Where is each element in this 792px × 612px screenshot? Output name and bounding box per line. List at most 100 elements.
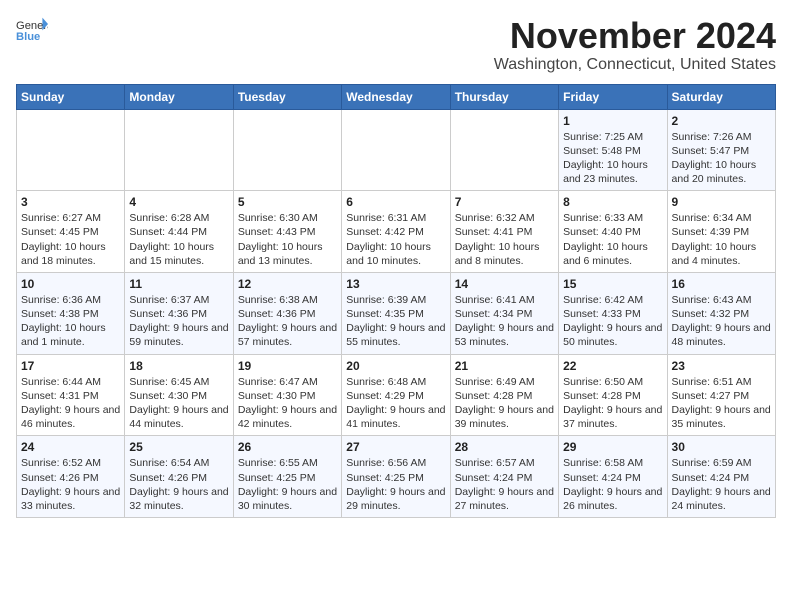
day-info: Sunrise: 6:44 AM Sunset: 4:31 PM Dayligh… (21, 375, 120, 432)
day-info: Sunrise: 7:26 AM Sunset: 5:47 PM Dayligh… (672, 130, 771, 187)
day-number: 28 (455, 440, 554, 454)
day-number: 12 (238, 277, 337, 291)
day-number: 1 (563, 114, 662, 128)
calendar-cell: 3 Sunrise: 6:27 AM Sunset: 4:45 PM Daylig… (17, 191, 125, 273)
logo: General Blue (16, 16, 52, 44)
day-number: 21 (455, 359, 554, 373)
location-title: Washington, Connecticut, United States (494, 56, 776, 74)
day-number: 4 (129, 195, 228, 209)
calendar-week-row: 10Sunrise: 6:36 AM Sunset: 4:38 PM Dayli… (17, 272, 776, 354)
weekday-header: Monday (125, 84, 233, 109)
day-info: Sunrise: 6:50 AM Sunset: 4:28 PM Dayligh… (563, 375, 662, 432)
weekday-header: Sunday (17, 84, 125, 109)
calendar-cell: 25 Sunrise: 6:54 AM Sunset: 4:26 PM Dayli… (125, 436, 233, 518)
day-info: Sunrise: 7:25 AM Sunset: 5:48 PM Dayligh… (563, 130, 662, 187)
weekday-header-row: SundayMondayTuesdayWednesdayThursdayFrid… (17, 84, 776, 109)
weekday-header: Friday (559, 84, 667, 109)
day-number: 5 (238, 195, 337, 209)
calendar-cell: 18 Sunrise: 6:45 AM Sunset: 4:30 PM Dayli… (125, 354, 233, 436)
calendar-cell: 30 Sunrise: 6:59 AM Sunset: 4:24 PM Dayli… (667, 436, 775, 518)
day-info: Sunrise: 6:45 AM Sunset: 4:30 PM Dayligh… (129, 375, 228, 432)
day-number: 24 (21, 440, 120, 454)
day-info: Sunrise: 6:37 AM Sunset: 4:36 PM Dayligh… (129, 293, 228, 350)
day-number: 15 (563, 277, 662, 291)
calendar-week-row: 1 Sunrise: 7:25 AM Sunset: 5:48 PM Daylig… (17, 109, 776, 191)
calendar-cell: 16 Sunrise: 6:43 AM Sunset: 4:32 PM Dayli… (667, 272, 775, 354)
calendar-cell (233, 109, 341, 191)
day-number: 10 (21, 277, 120, 291)
day-number: 2 (672, 114, 771, 128)
day-info: Sunrise: 6:27 AM Sunset: 4:45 PM Dayligh… (21, 211, 120, 268)
day-info: Sunrise: 6:39 AM Sunset: 4:35 PM Dayligh… (346, 293, 445, 350)
calendar-cell: 17 Sunrise: 6:44 AM Sunset: 4:31 PM Dayli… (17, 354, 125, 436)
day-info: Sunrise: 6:48 AM Sunset: 4:29 PM Dayligh… (346, 375, 445, 432)
calendar-cell: 2 Sunrise: 7:26 AM Sunset: 5:47 PM Daylig… (667, 109, 775, 191)
calendar-week-row: 17 Sunrise: 6:44 AM Sunset: 4:31 PM Dayli… (17, 354, 776, 436)
calendar-cell (125, 109, 233, 191)
day-number: 22 (563, 359, 662, 373)
day-info: Sunrise: 6:58 AM Sunset: 4:24 PM Dayligh… (563, 456, 662, 513)
day-number: 17 (21, 359, 120, 373)
day-info: Sunrise: 6:41 AM Sunset: 4:34 PM Dayligh… (455, 293, 554, 350)
calendar-cell: 23Sunrise: 6:51 AM Sunset: 4:27 PM Dayli… (667, 354, 775, 436)
day-info: Sunrise: 6:43 AM Sunset: 4:32 PM Dayligh… (672, 293, 771, 350)
day-number: 16 (672, 277, 771, 291)
day-info: Sunrise: 6:31 AM Sunset: 4:42 PM Dayligh… (346, 211, 445, 268)
logo-icon: General Blue (16, 16, 48, 44)
day-number: 6 (346, 195, 445, 209)
day-info: Sunrise: 6:33 AM Sunset: 4:40 PM Dayligh… (563, 211, 662, 268)
calendar-cell: 27 Sunrise: 6:56 AM Sunset: 4:25 PM Dayli… (342, 436, 450, 518)
calendar-cell: 20 Sunrise: 6:48 AM Sunset: 4:29 PM Dayli… (342, 354, 450, 436)
day-number: 26 (238, 440, 337, 454)
weekday-header: Tuesday (233, 84, 341, 109)
day-info: Sunrise: 6:57 AM Sunset: 4:24 PM Dayligh… (455, 456, 554, 513)
calendar-cell: 15 Sunrise: 6:42 AM Sunset: 4:33 PM Dayli… (559, 272, 667, 354)
calendar-cell: 12 Sunrise: 6:38 AM Sunset: 4:36 PM Dayli… (233, 272, 341, 354)
day-number: 30 (672, 440, 771, 454)
day-number: 11 (129, 277, 228, 291)
calendar-cell: 5 Sunrise: 6:30 AM Sunset: 4:43 PM Daylig… (233, 191, 341, 273)
day-info: Sunrise: 6:59 AM Sunset: 4:24 PM Dayligh… (672, 456, 771, 513)
calendar-cell: 24Sunrise: 6:52 AM Sunset: 4:26 PM Dayli… (17, 436, 125, 518)
calendar-cell: 29Sunrise: 6:58 AM Sunset: 4:24 PM Dayli… (559, 436, 667, 518)
day-info: Sunrise: 6:54 AM Sunset: 4:26 PM Dayligh… (129, 456, 228, 513)
day-number: 8 (563, 195, 662, 209)
weekday-header: Wednesday (342, 84, 450, 109)
title-area: November 2024 Washington, Connecticut, U… (494, 16, 776, 74)
day-info: Sunrise: 6:55 AM Sunset: 4:25 PM Dayligh… (238, 456, 337, 513)
day-info: Sunrise: 6:56 AM Sunset: 4:25 PM Dayligh… (346, 456, 445, 513)
month-title: November 2024 (494, 16, 776, 56)
day-info: Sunrise: 6:32 AM Sunset: 4:41 PM Dayligh… (455, 211, 554, 268)
calendar-cell: 6 Sunrise: 6:31 AM Sunset: 4:42 PM Daylig… (342, 191, 450, 273)
calendar-week-row: 3 Sunrise: 6:27 AM Sunset: 4:45 PM Daylig… (17, 191, 776, 273)
day-info: Sunrise: 6:28 AM Sunset: 4:44 PM Dayligh… (129, 211, 228, 268)
day-number: 9 (672, 195, 771, 209)
day-info: Sunrise: 6:30 AM Sunset: 4:43 PM Dayligh… (238, 211, 337, 268)
day-info: Sunrise: 6:34 AM Sunset: 4:39 PM Dayligh… (672, 211, 771, 268)
calendar: SundayMondayTuesdayWednesdayThursdayFrid… (16, 84, 776, 518)
day-number: 25 (129, 440, 228, 454)
calendar-cell (450, 109, 558, 191)
day-number: 27 (346, 440, 445, 454)
calendar-week-row: 24Sunrise: 6:52 AM Sunset: 4:26 PM Dayli… (17, 436, 776, 518)
calendar-cell (17, 109, 125, 191)
calendar-cell: 7Sunrise: 6:32 AM Sunset: 4:41 PM Daylig… (450, 191, 558, 273)
day-info: Sunrise: 6:47 AM Sunset: 4:30 PM Dayligh… (238, 375, 337, 432)
svg-text:Blue: Blue (16, 31, 40, 43)
calendar-cell: 28 Sunrise: 6:57 AM Sunset: 4:24 PM Dayli… (450, 436, 558, 518)
calendar-cell: 26 Sunrise: 6:55 AM Sunset: 4:25 PM Dayli… (233, 436, 341, 518)
day-number: 14 (455, 277, 554, 291)
day-number: 3 (21, 195, 120, 209)
day-info: Sunrise: 6:38 AM Sunset: 4:36 PM Dayligh… (238, 293, 337, 350)
day-number: 18 (129, 359, 228, 373)
calendar-cell: 13 Sunrise: 6:39 AM Sunset: 4:35 PM Dayli… (342, 272, 450, 354)
day-info: Sunrise: 6:42 AM Sunset: 4:33 PM Dayligh… (563, 293, 662, 350)
calendar-cell: 11 Sunrise: 6:37 AM Sunset: 4:36 PM Dayli… (125, 272, 233, 354)
day-info: Sunrise: 6:51 AM Sunset: 4:27 PM Dayligh… (672, 375, 771, 432)
weekday-header: Thursday (450, 84, 558, 109)
calendar-cell: 8 Sunrise: 6:33 AM Sunset: 4:40 PM Daylig… (559, 191, 667, 273)
calendar-cell: 10Sunrise: 6:36 AM Sunset: 4:38 PM Dayli… (17, 272, 125, 354)
calendar-cell: 1 Sunrise: 7:25 AM Sunset: 5:48 PM Daylig… (559, 109, 667, 191)
day-number: 20 (346, 359, 445, 373)
day-number: 13 (346, 277, 445, 291)
